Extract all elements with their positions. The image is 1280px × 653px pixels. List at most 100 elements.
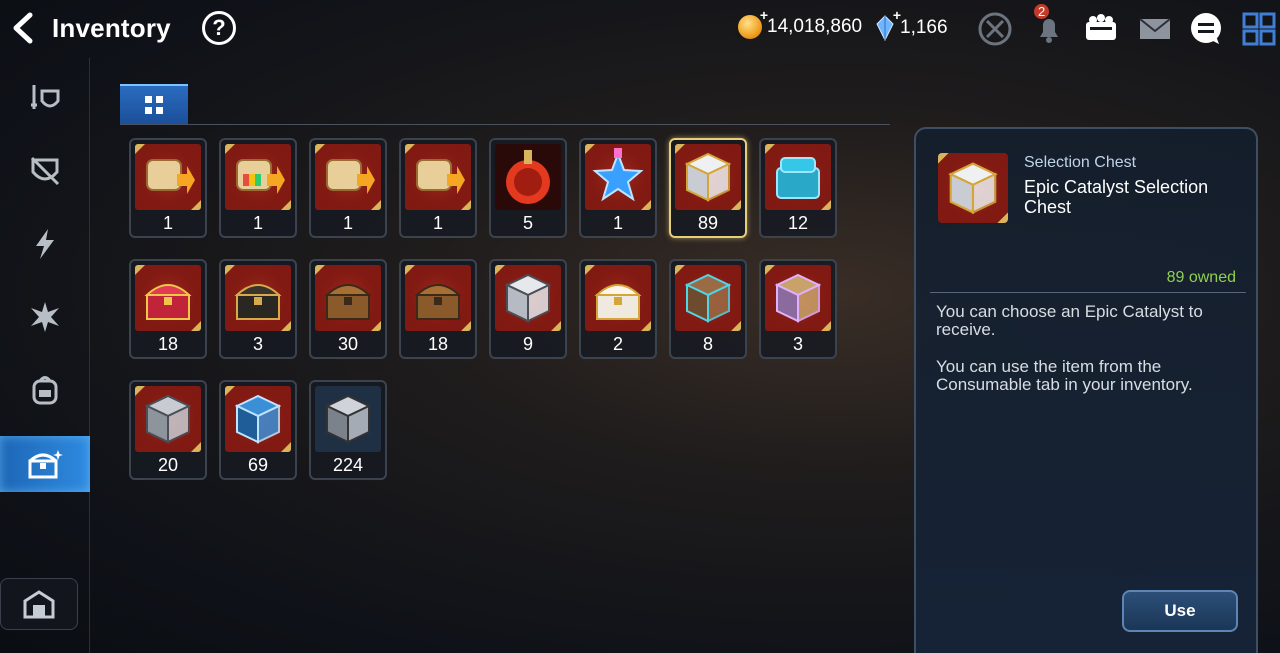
white-gold-chest-icon	[675, 144, 741, 210]
sidebar-item-armor[interactable]	[0, 143, 90, 199]
sidebar-item-materials[interactable]	[0, 289, 90, 345]
help-button[interactable]: ?	[202, 11, 236, 45]
item-quantity: 12	[787, 213, 809, 233]
storehouse-icon	[23, 590, 55, 619]
gem-counter[interactable]: + 1,166	[875, 7, 948, 42]
violet-box-icon	[765, 265, 831, 331]
red-chest-icon	[135, 265, 201, 331]
treasure-chest-icon	[28, 450, 63, 479]
rune-box-icon	[675, 265, 741, 331]
inventory-slot[interactable]: 9	[489, 259, 567, 359]
chat-button[interactable]	[1187, 10, 1225, 48]
black-gold-chest-icon	[225, 265, 291, 331]
group-icon	[1086, 14, 1116, 40]
auto-battle-button[interactable]	[976, 10, 1014, 48]
item-quantity: 9	[522, 334, 533, 354]
item-type: Selection Chest	[1024, 154, 1137, 171]
storehouse-button[interactable]	[0, 578, 78, 630]
bronze-chest-icon	[315, 265, 381, 331]
grey-box-icon	[135, 386, 201, 452]
mail-icon	[1139, 18, 1171, 39]
inventory-slot[interactable]: 3	[759, 259, 837, 359]
scroll-upgrade-icon	[405, 144, 471, 210]
item-name: Epic Catalyst Selection Chest	[1024, 177, 1209, 217]
inventory-slot[interactable]: 1	[399, 138, 477, 238]
back-arrow-icon	[13, 12, 33, 44]
notification-button[interactable]: 2	[1030, 4, 1068, 48]
scroll-upgrade-icon	[315, 144, 381, 210]
tab-all-items[interactable]	[120, 84, 188, 124]
item-description: You can choose an Epic Catalyst to recei…	[936, 302, 1203, 339]
top-bar: Inventory ? + 14,018,860 + 1,166 2	[0, 0, 1280, 58]
lightning-icon	[36, 229, 54, 259]
inventory-slot[interactable]: 5	[489, 138, 567, 238]
inventory-tabs	[120, 84, 890, 126]
item-quantity: 69	[247, 455, 269, 475]
item-detail-panel: Selection Chest Epic Catalyst Selection …	[914, 127, 1258, 653]
red-potion-icon	[495, 144, 561, 210]
item-quantity: 1	[162, 213, 173, 233]
sidebar-item-artifacts[interactable]	[0, 216, 90, 272]
page-title: Inventory	[52, 13, 171, 43]
grid-view-icon	[145, 96, 163, 114]
sidebar-item-bag[interactable]	[0, 362, 90, 418]
backpack-icon	[32, 376, 58, 405]
category-sidebar	[0, 58, 90, 653]
white-gold-chest-icon	[938, 153, 1008, 223]
sidebar-item-weapons[interactable]	[0, 70, 90, 126]
item-usage-note: You can use the item from the Consumable…	[936, 357, 1193, 394]
scroll-rainbow-upgrade-icon	[225, 144, 291, 210]
item-quantity: 5	[522, 213, 533, 233]
gold-coin-icon: +	[738, 7, 768, 39]
bronze-chest-icon	[405, 265, 471, 331]
crossed-swords-icon	[978, 12, 1012, 46]
inventory-slot[interactable]: 18	[399, 259, 477, 359]
item-quantity: 8	[702, 334, 713, 354]
cyan-chest-icon	[765, 144, 831, 210]
inventory-slot[interactable]: 30	[309, 259, 387, 359]
item-quantity: 18	[427, 334, 449, 354]
use-button[interactable]: Use	[1122, 590, 1238, 632]
inventory-slot[interactable]: 3	[219, 259, 297, 359]
item-quantity: 3	[792, 334, 803, 354]
inventory-slot[interactable]: 1	[219, 138, 297, 238]
tab-divider	[120, 124, 890, 125]
pearl-chest-icon	[585, 265, 651, 331]
guild-button[interactable]	[1082, 10, 1120, 48]
inventory-slot[interactable]: 18	[129, 259, 207, 359]
inventory-slot[interactable]: 2	[579, 259, 657, 359]
scroll-upgrade-icon	[135, 144, 201, 210]
inventory-slot[interactable]: 1	[129, 138, 207, 238]
sword-shield-icon	[31, 85, 60, 109]
gem-amount: 1,166	[900, 17, 948, 38]
inventory-slot[interactable]: 1	[579, 138, 657, 238]
crystal-gem-icon: +	[875, 7, 901, 42]
item-quantity: 1	[432, 213, 443, 233]
dark-box-icon	[315, 386, 381, 452]
panel-divider	[930, 292, 1246, 293]
item-quantity: 1	[252, 213, 263, 233]
inventory-slot[interactable]: 89	[669, 138, 747, 238]
owned-count: 89 owned	[1166, 269, 1236, 286]
inventory-slot[interactable]: 12	[759, 138, 837, 238]
inventory-slot[interactable]: 224	[309, 380, 387, 480]
item-quantity: 3	[252, 334, 263, 354]
armor-icon	[30, 156, 60, 186]
sidebar-item-consumables[interactable]	[0, 436, 90, 492]
back-button[interactable]	[8, 12, 40, 44]
item-quantity: 18	[157, 334, 179, 354]
main-menu-button[interactable]	[1240, 10, 1278, 48]
silver-chest-icon	[495, 265, 561, 331]
mail-button[interactable]	[1136, 10, 1174, 48]
item-quantity: 1	[342, 213, 353, 233]
item-quantity: 30	[337, 334, 359, 354]
item-quantity: 89	[697, 213, 719, 233]
inventory-slot[interactable]: 20	[129, 380, 207, 480]
gold-counter[interactable]: + 14,018,860	[738, 7, 862, 39]
inventory-slot[interactable]: 1	[309, 138, 387, 238]
inventory-slot[interactable]: 69	[219, 380, 297, 480]
item-quantity: 20	[157, 455, 179, 475]
item-quantity: 224	[332, 455, 364, 475]
inventory-slot[interactable]: 8	[669, 259, 747, 359]
grid-menu-icon	[1242, 12, 1276, 46]
